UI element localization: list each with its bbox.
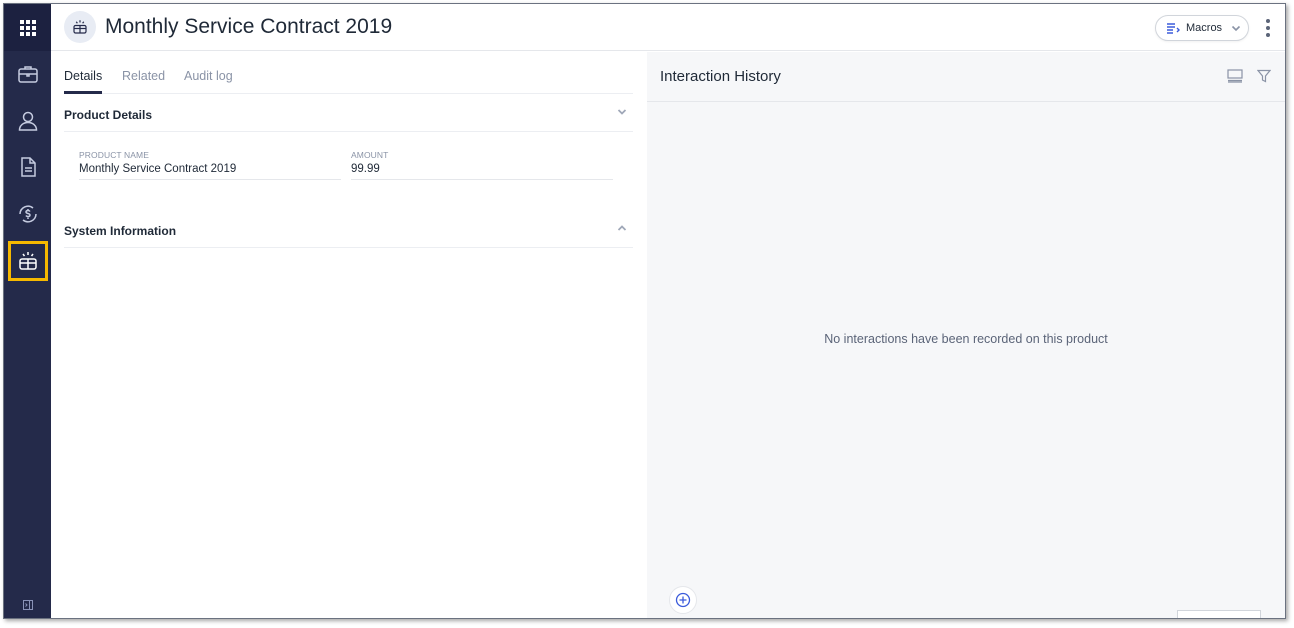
tab-details[interactable]: Details [64,69,103,94]
add-interaction-button[interactable] [669,586,697,614]
interaction-history-header: Interaction History [647,52,1285,102]
tab-bar: Details Related Audit log [64,64,633,94]
macros-icon [1167,23,1180,34]
product-name-field[interactable]: PRODUCT NAME Monthly Service Contract 20… [79,150,341,180]
field-value: 99.99 [351,163,380,175]
collapse-panel-icon [22,600,33,610]
chevron-down-icon [1231,25,1241,31]
more-options-button[interactable] [1265,19,1271,37]
kebab-dot [1266,33,1270,37]
briefcase-icon [17,66,38,83]
record-header: Monthly Service Contract 2019 Macros [51,4,1285,51]
collapse-sidebar-button[interactable] [4,598,51,612]
record-type-avatar [64,11,96,43]
amount-field[interactable]: AMOUNT 99.99 [351,150,613,180]
app-launcher-button[interactable] [4,4,51,51]
sidebar-item-documents[interactable] [4,147,51,187]
sidebar-item-products[interactable] [8,241,48,281]
product-box-icon [73,20,87,34]
sidebar-item-deals[interactable] [4,194,51,234]
sidebar [4,4,51,618]
sidebar-item-briefcase[interactable] [4,54,51,94]
dollar-cycle-icon [18,205,37,223]
app-window: Monthly Service Contract 2019 Macros Det… [3,3,1286,619]
product-box-icon [19,252,37,270]
details-panel: Details Related Audit log Product Detail… [51,52,647,618]
plus-circle-icon [675,592,691,608]
kebab-dot [1266,19,1270,23]
filter-icon[interactable] [1257,69,1271,83]
chevron-up-icon [617,225,627,231]
panel-title: Interaction History [660,68,781,85]
page-title: Monthly Service Contract 2019 [105,15,393,38]
section-title: System Information [64,224,177,238]
macros-label: Macros [1186,22,1223,34]
document-icon [20,157,36,177]
tab-audit-log[interactable]: Audit log [184,69,233,91]
field-value: Monthly Service Contract 2019 [79,163,237,175]
section-title: Product Details [64,108,153,122]
empty-state-message: No interactions have been recorded on th… [824,332,1108,346]
macros-button[interactable]: Macros [1155,15,1249,41]
composer-stub[interactable] [1177,610,1261,618]
sidebar-item-contacts[interactable] [4,101,51,141]
layout-toggle-icon[interactable] [1227,69,1243,83]
kebab-dot [1266,26,1270,30]
interaction-history-panel: Interaction History No interactions have… [647,52,1285,618]
person-icon [18,111,37,131]
product-details-section-header[interactable]: Product Details [64,96,633,132]
system-information-section-header[interactable]: System Information [64,212,633,248]
chevron-down-icon [617,109,627,115]
tab-related[interactable]: Related [122,69,165,91]
field-label: AMOUNT [351,150,389,160]
grid-icon [19,19,36,36]
field-label: PRODUCT NAME [79,150,149,160]
